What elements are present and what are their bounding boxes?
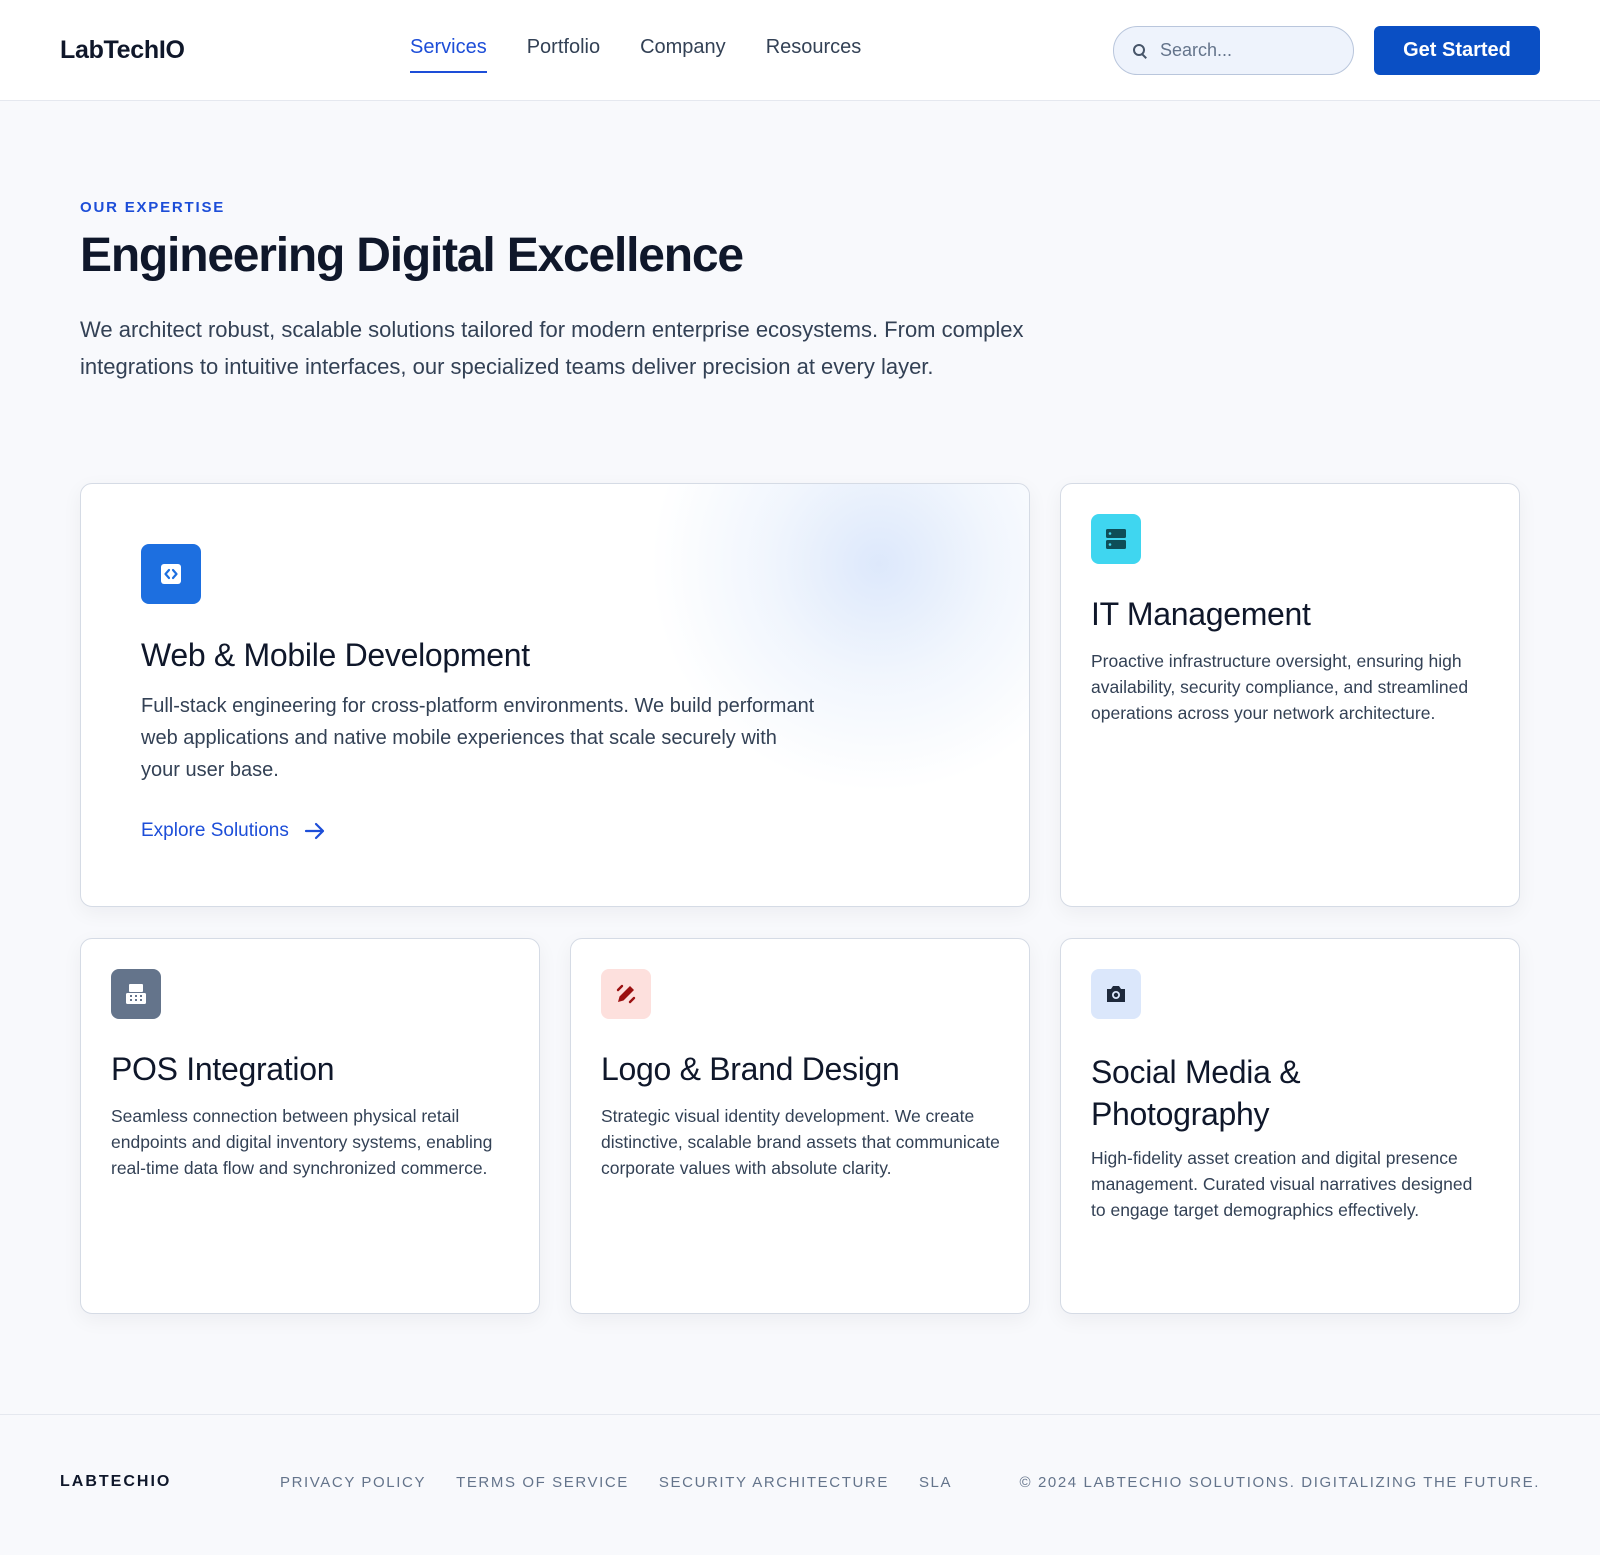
card-description: Strategic visual identity development. W… [601,1106,1000,1178]
footer-link-security[interactable]: SECURITY ARCHITECTURE [659,1474,889,1491]
code-icon [141,544,201,604]
footer-logo[interactable]: LABTECHIO [60,1473,171,1491]
service-card-web-mobile: Web & Mobile Development Full-stack engi… [80,483,1030,907]
page-title: Engineering Digital Excellence [80,229,744,282]
section-eyebrow: OUR EXPERTISE [80,199,226,216]
camera-icon [1091,969,1141,1019]
card-description: Seamless connection between physical ret… [111,1106,493,1178]
footer-link-privacy[interactable]: PRIVACY POLICY [280,1474,426,1491]
card-title: IT Management [1091,596,1311,632]
search-box[interactable] [1113,26,1354,75]
card-description: Proactive infrastructure oversight, ensu… [1091,651,1469,723]
intro-text: We architect robust, scalable solutions … [80,317,1024,379]
service-card-social-photography: Social Media & Photography High-fidelity… [1060,938,1520,1314]
brand-logo[interactable]: LabTechIO [60,36,185,65]
pen-icon [601,969,651,1019]
explore-solutions-link[interactable]: Explore Solutions [141,819,327,843]
site-footer: LABTECHIO PRIVACY POLICY TERMS OF SERVIC… [0,1414,1600,1555]
nav-company[interactable]: Company [640,36,726,73]
arrow-right-icon [304,822,324,840]
search-icon [1132,43,1148,59]
cash-register-icon [111,969,161,1019]
site-header: LabTechIO Services Portfolio Company Res… [0,0,1600,101]
service-card-brand-design: Logo & Brand Design Strategic visual ide… [570,938,1030,1314]
nav-portfolio[interactable]: Portfolio [527,36,600,73]
get-started-button[interactable]: Get Started [1374,26,1540,75]
card-description: Full-stack engineering for cross-platfor… [141,695,815,781]
explore-solutions-label: Explore Solutions [141,820,289,841]
footer-link-terms[interactable]: TERMS OF SERVICE [456,1474,629,1491]
footer-link-sla[interactable]: SLA [919,1474,952,1491]
card-description: High-fidelity asset creation and digital… [1091,1148,1473,1220]
card-title: POS Integration [111,1051,335,1087]
card-title: Social Media & Photography [1091,1054,1301,1132]
card-title: Logo & Brand Design [601,1051,900,1087]
server-icon [1091,514,1141,564]
search-input[interactable] [1160,40,1330,61]
nav-services[interactable]: Services [410,36,487,73]
service-card-pos-integration: POS Integration Seamless connection betw… [80,938,540,1314]
footer-links: PRIVACY POLICY TERMS OF SERVICE SECURITY… [280,1474,952,1491]
main-nav: Services Portfolio Company Resources [410,36,861,73]
service-card-it-management: IT Management Proactive infrastructure o… [1060,483,1520,907]
copyright-text: © 2024 LABTECHIO SOLUTIONS. DIGITALIZING… [1019,1474,1540,1491]
nav-resources[interactable]: Resources [766,36,862,73]
card-title: Web & Mobile Development [141,637,530,673]
